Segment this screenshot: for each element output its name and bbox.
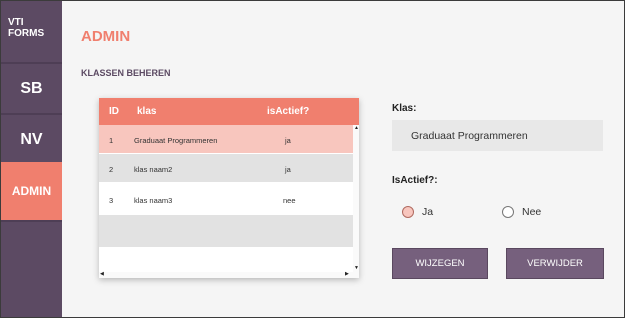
- radio-ja-label[interactable]: Ja: [422, 206, 433, 218]
- sidebar-item-admin[interactable]: ADMIN: [1, 162, 62, 220]
- section-title: KLASSEN BEHEREN: [81, 68, 171, 78]
- sidebar-item-label: NV: [20, 131, 43, 148]
- scroll-left-icon[interactable]: ◀: [100, 272, 104, 277]
- table-row[interactable]: 3 klas naam3 nee: [99, 185, 353, 213]
- verwijder-button-label: VERWIJDER: [527, 258, 583, 269]
- cell-actief: ja: [285, 165, 291, 174]
- klas-field[interactable]: Graduaat Programmeren: [392, 120, 603, 151]
- table-header: ID klas isActief?: [99, 98, 359, 125]
- cell-actief: ja: [285, 136, 291, 145]
- column-header-klas[interactable]: klas: [137, 106, 156, 117]
- page-title: ADMIN: [81, 28, 131, 45]
- scroll-right-icon[interactable]: ▶: [345, 272, 349, 277]
- sidebar-item-label: SB: [20, 80, 43, 97]
- column-header-id[interactable]: ID: [109, 106, 119, 117]
- klas-label: Klas:: [392, 103, 417, 114]
- radio-nee[interactable]: [502, 206, 514, 218]
- klas-field-value: Graduaat Programmeren: [411, 130, 528, 142]
- column-header-isactief[interactable]: isActief?: [267, 106, 309, 117]
- sidebar-divider: [1, 220, 62, 222]
- table-row[interactable]: 2 klas naam2 ja: [99, 154, 353, 182]
- cell-klas: Graduaat Programmeren: [134, 136, 218, 145]
- sidebar-divider: [1, 62, 62, 64]
- radio-ja[interactable]: [402, 206, 414, 218]
- sidebar-divider: [1, 113, 62, 115]
- table-row[interactable]: 1 Graduaat Programmeren ja: [99, 125, 353, 153]
- sidebar-item-nv[interactable]: NV: [1, 116, 62, 164]
- wijzigen-button-label: WIJZEGEN: [415, 258, 465, 269]
- cell-id: 1: [109, 136, 114, 145]
- wijzigen-button[interactable]: WIJZEGEN: [392, 248, 488, 279]
- table-row-empty: [99, 215, 353, 247]
- cell-id: 2: [109, 165, 114, 174]
- logo-line-1: VTI: [8, 17, 24, 28]
- cell-actief: nee: [283, 196, 296, 205]
- radio-nee-label[interactable]: Nee: [522, 206, 541, 218]
- sidebar-item-sb[interactable]: SB: [1, 67, 62, 111]
- cell-klas: klas naam3: [134, 196, 173, 205]
- verwijder-button[interactable]: VERWIJDER: [506, 248, 604, 279]
- scroll-down-icon[interactable]: ▼: [354, 266, 359, 271]
- scroll-up-icon[interactable]: ▲: [354, 126, 359, 131]
- logo-line-2: FORMS: [8, 28, 45, 39]
- cell-id: 3: [109, 196, 114, 205]
- cell-klas: klas naam2: [134, 165, 173, 174]
- vertical-scrollbar[interactable]: ▲ ▼: [353, 125, 359, 272]
- sidebar-item-label: ADMIN: [11, 184, 52, 198]
- klassen-table: ID klas isActief? 1 Graduaat Programmere…: [99, 98, 359, 278]
- sidebar-empty: [1, 222, 62, 317]
- isactief-label: IsActief?:: [392, 175, 438, 186]
- app-window: VTI FORMS SB NV ADMIN ADMIN KLASSEN BEHE…: [0, 0, 625, 318]
- sidebar: VTI FORMS SB NV ADMIN: [1, 1, 62, 317]
- horizontal-scrollbar[interactable]: ◀ ▶: [99, 272, 359, 278]
- app-logo[interactable]: VTI FORMS: [1, 1, 62, 62]
